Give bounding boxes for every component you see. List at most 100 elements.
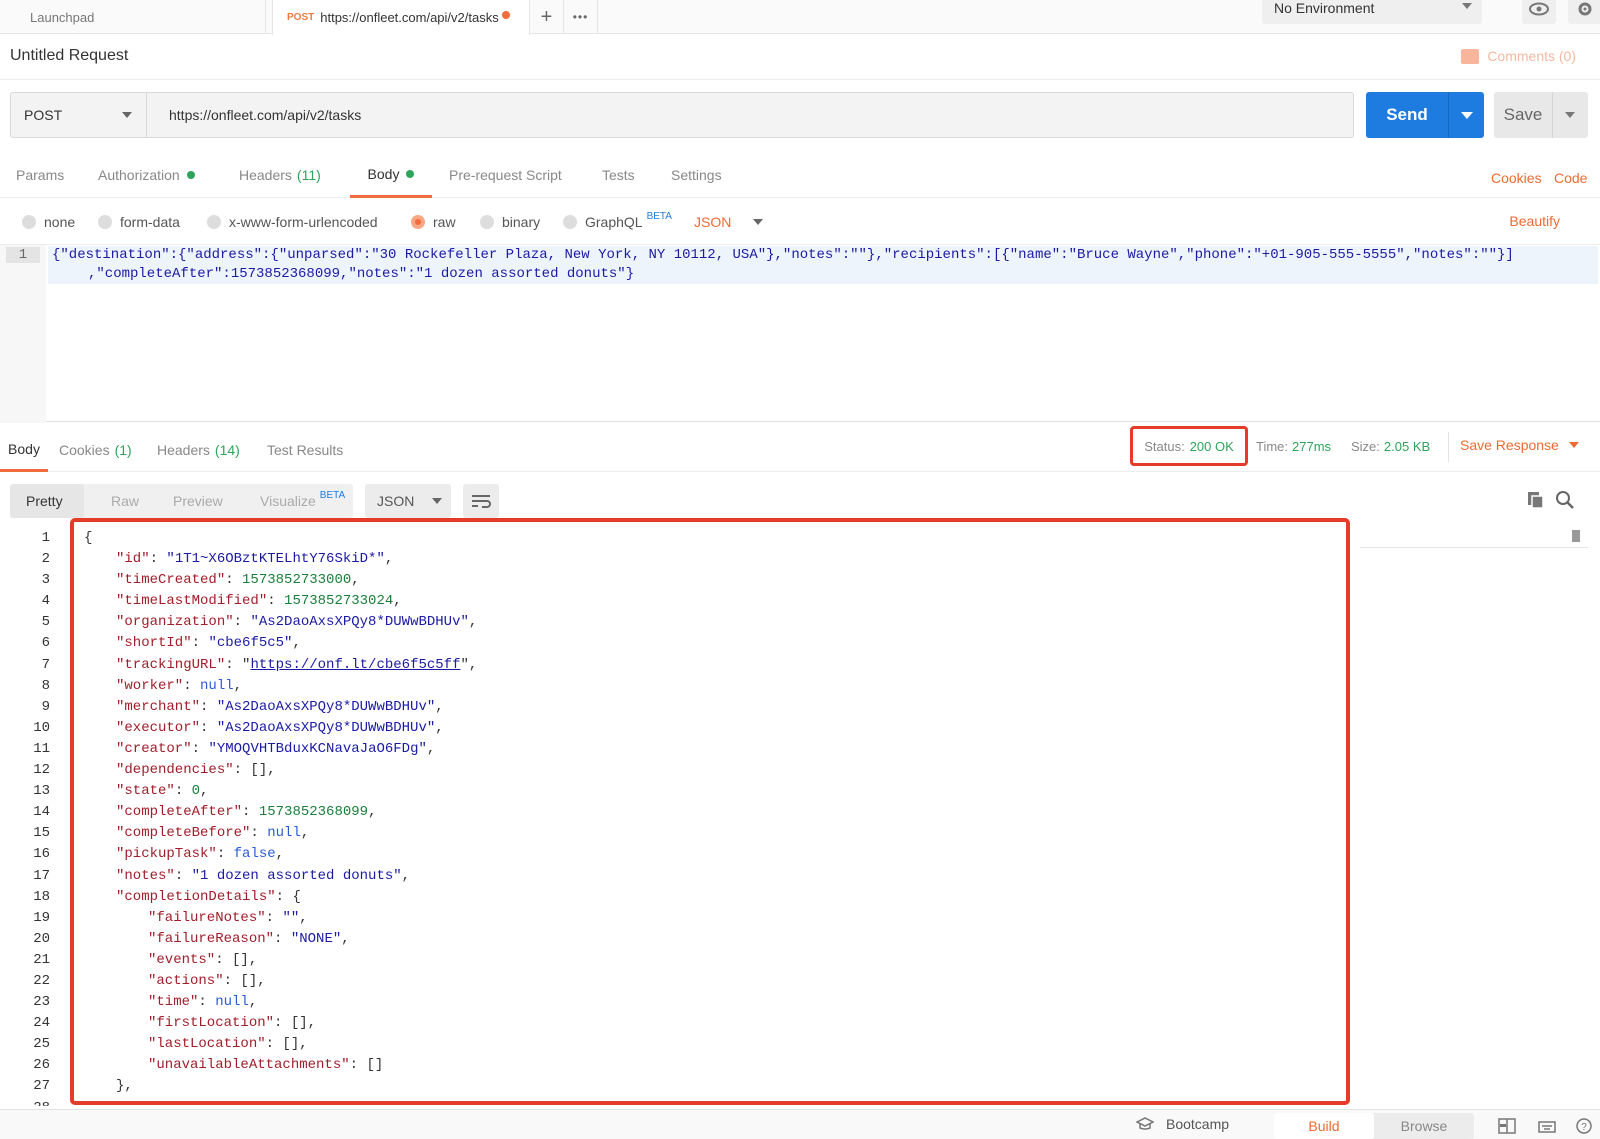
line-number: 1: [41, 530, 50, 546]
request-title[interactable]: Untitled Request: [10, 47, 128, 65]
response-code[interactable]: {"id": "1T1~X6OBztKTELhtY76SkiD*", "timeC…: [84, 528, 478, 1101]
request-code[interactable]: {"destination":{"address":{"unparsed":"3…: [48, 245, 1598, 284]
status-dot-icon: [186, 171, 195, 179]
view-raw-button[interactable]: Raw: [95, 484, 155, 518]
response-tab-cookies[interactable]: Cookies (1): [59, 428, 132, 472]
radio-raw[interactable]: raw: [411, 214, 456, 230]
method-select[interactable]: POST: [11, 93, 147, 137]
line-number: 19: [33, 909, 50, 926]
status-value: 200 OK: [1189, 438, 1234, 454]
response-code-line: "organization": "As2DaoAxsXPQy8*DUWwBDHU…: [116, 614, 478, 631]
build-button[interactable]: Build: [1274, 1113, 1374, 1139]
radio-label: raw: [433, 214, 456, 230]
tab-pre-request-script[interactable]: Pre-request Script: [449, 152, 562, 198]
response-tab-body[interactable]: Body: [0, 428, 48, 472]
radio-selected-icon: [411, 215, 425, 229]
wrap-lines-button[interactable]: [463, 484, 499, 518]
code-link[interactable]: Code: [1554, 170, 1587, 186]
radio-circle-icon: [98, 215, 112, 229]
method-value: POST: [24, 107, 63, 123]
beta-badge: BETA: [646, 210, 672, 222]
line-number: 7: [41, 656, 50, 673]
radio-form-data[interactable]: form-data: [98, 214, 180, 230]
tab-body[interactable]: Body: [350, 152, 432, 198]
tab-params[interactable]: Params: [16, 152, 64, 198]
tab-launchpad-label: Launchpad: [30, 9, 95, 25]
tab-label: Params: [16, 167, 65, 183]
view-preview-button[interactable]: Preview: [157, 484, 239, 518]
line-number: 3: [41, 572, 50, 589]
url-input[interactable]: [157, 93, 1347, 137]
tab-label: Body: [367, 165, 400, 182]
line-number: 17: [33, 867, 50, 884]
chevron-down-icon: [1568, 442, 1579, 448]
tab-active-request[interactable]: POST https://onfleet.com/api/v2/tasks: [272, 0, 530, 35]
response-code-line: "worker": null,: [116, 677, 243, 694]
response-code-line: "failureNotes": "",: [148, 909, 308, 926]
bootcamp-button[interactable]: Bootcamp: [1136, 1116, 1229, 1132]
send-button[interactable]: Send: [1366, 92, 1484, 138]
response-format-select[interactable]: JSON: [365, 484, 451, 518]
unsaved-dot-icon: [501, 10, 510, 19]
line-number: 12: [33, 762, 50, 779]
send-divider: [1448, 92, 1449, 138]
keyboard-shortcuts-icon[interactable]: [1538, 1118, 1556, 1134]
comments-label: Comments (0): [1487, 48, 1576, 64]
response-code-line: "id": "1T1~X6OBztKTELhtY76SkiD*",: [116, 551, 394, 568]
save-button[interactable]: Save: [1494, 92, 1588, 138]
response-tab-test-results[interactable]: Test Results: [267, 428, 343, 472]
radio-none[interactable]: none: [22, 214, 75, 230]
response-code-line: "completionDetails": {: [116, 888, 301, 905]
line-number: 22: [33, 972, 50, 989]
tab-label: Cookies: [59, 442, 110, 458]
gear-icon: [1578, 2, 1592, 16]
request-code-line: {"destination":{"address":{"unparsed":"3…: [48, 246, 1598, 265]
two-pane-view-icon[interactable]: [1498, 1118, 1516, 1134]
view-label: Visualize: [260, 493, 316, 509]
wrap-lines-icon: [472, 495, 491, 508]
search-icon[interactable]: [1555, 490, 1575, 510]
send-label: Send: [1386, 105, 1428, 124]
tab-authorization[interactable]: Authorization: [98, 152, 195, 198]
more-tabs-button[interactable]: •••: [564, 0, 598, 34]
tab-settings[interactable]: Settings: [671, 152, 722, 198]
save-options-chevron-icon[interactable]: [1565, 112, 1575, 118]
response-code-line: "merchant": "As2DaoAxsXPQy8*DUWwBDHUv",: [116, 698, 444, 715]
copy-icon[interactable]: [1526, 490, 1546, 510]
radio-graphql[interactable]: GraphQL BETA: [563, 210, 672, 230]
response-body-highlight: {"id": "1T1~X6OBztKTELhtY76SkiD*", "timeC…: [70, 518, 1350, 1105]
save-label: Save: [1503, 105, 1543, 124]
chevron-down-icon: [432, 498, 443, 504]
help-icon[interactable]: ?: [1575, 1118, 1593, 1134]
beautify-link[interactable]: Beautify: [1509, 213, 1560, 229]
radio-x-www-form-urlencoded[interactable]: x-www-form-urlencoded: [207, 214, 378, 230]
tab-launchpad[interactable]: Launchpad: [0, 0, 266, 34]
line-number: 16: [33, 846, 50, 863]
radio-binary[interactable]: binary: [480, 214, 540, 230]
comments-button[interactable]: Comments (0): [1461, 48, 1576, 64]
environment-select[interactable]: No Environment: [1262, 0, 1482, 24]
view-label: Raw: [111, 493, 140, 509]
settings-button[interactable]: [1568, 0, 1600, 24]
send-options-chevron-icon[interactable]: [1461, 111, 1473, 119]
url-bar: POST: [10, 92, 1354, 138]
scrollbar-thumb[interactable]: [1572, 530, 1580, 542]
cookies-link[interactable]: Cookies: [1491, 170, 1542, 186]
view-pretty-button[interactable]: Pretty: [10, 484, 84, 518]
environment-quick-look-button[interactable]: [1522, 0, 1556, 24]
browse-button[interactable]: Browse: [1374, 1113, 1474, 1139]
request-body-editor[interactable]: 1 {"destination":{"address":{"unparsed":…: [0, 244, 1600, 423]
line-number: 11: [33, 740, 50, 757]
save-response-button[interactable]: Save Response: [1460, 437, 1579, 453]
line-number: 21: [33, 951, 50, 968]
ellipsis-icon: •••: [572, 10, 589, 24]
response-tab-headers[interactable]: Headers (14): [157, 428, 240, 472]
size-value: 2.05 KB: [1383, 439, 1431, 454]
tab-headers[interactable]: Headers (11): [239, 152, 321, 198]
tab-tests[interactable]: Tests: [602, 152, 635, 198]
new-tab-button[interactable]: +: [530, 0, 564, 34]
radio-label: form-data: [120, 214, 180, 230]
body-format-select[interactable]: JSON: [694, 214, 764, 230]
tab-label: Body: [8, 440, 40, 457]
view-visualize-button[interactable]: Visualize BETA: [244, 484, 361, 518]
